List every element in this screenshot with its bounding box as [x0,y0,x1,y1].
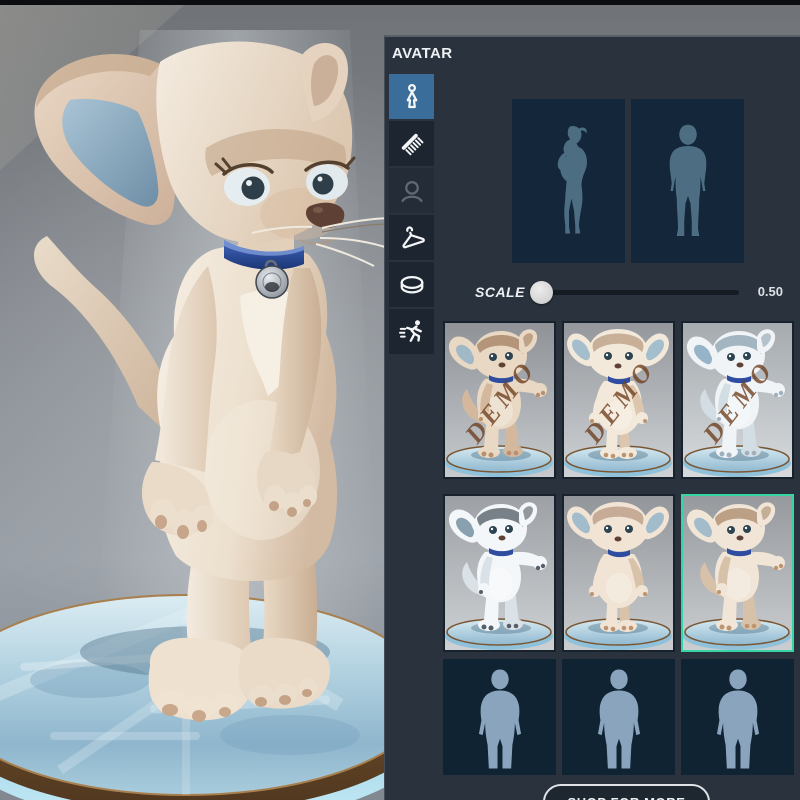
female-figure-icon [397,82,427,112]
tool-face-button[interactable] [389,168,434,213]
male-base-tile[interactable] [631,99,744,263]
comb-icon [397,129,427,159]
catalog-row-2 [443,494,794,652]
panel-title: AVATAR [392,45,452,62]
window-top-strip [0,0,800,5]
scale-value: 0.50 [739,284,783,299]
body-placeholder-silhouette [462,667,538,771]
catalog-row-3 [443,659,794,775]
avatar-thumbnail-2[interactable]: DEMO [562,321,675,479]
face-icon [397,176,427,206]
male-silhouette [653,117,723,245]
avatar-editor-window: AVATAR [0,0,800,800]
tool-column [389,74,434,354]
scale-slider-knob[interactable] [530,281,553,304]
tool-collar-button[interactable] [389,262,434,307]
hanger-icon [397,223,427,253]
shop-for-more-button[interactable]: SHOP FOR MORE [543,784,710,800]
body-placeholder-silhouette [700,667,776,771]
avatar-thumbnail-5[interactable] [562,494,675,652]
body-placeholder-silhouette [581,667,657,771]
female-silhouette [534,121,604,241]
runner-icon [397,317,427,347]
avatar-thumbnail-4[interactable] [443,494,556,652]
tool-body-button[interactable] [389,74,434,119]
scale-label: SCALE [475,284,525,300]
catalog-row-1: DEMO DEMO DEMO [443,321,794,479]
empty-slot-3[interactable] [681,659,794,775]
scale-slider-track[interactable] [541,290,739,295]
avatar-thumbnail-6-selected[interactable] [681,494,794,652]
avatar-thumbnail-1[interactable]: DEMO [443,321,556,479]
avatar-panel: AVATAR [384,35,800,800]
collar-icon [397,270,427,300]
tool-clothing-button[interactable] [389,215,434,260]
shop-button-label: SHOP FOR MORE [567,795,685,800]
empty-slot-2[interactable] [562,659,675,775]
tool-animation-button[interactable] [389,309,434,354]
tool-hair-button[interactable] [389,121,434,166]
empty-slot-1[interactable] [443,659,556,775]
avatar-thumbnail-3[interactable]: DEMO [681,321,794,479]
base-avatar-previews [512,99,744,263]
female-base-tile[interactable] [512,99,625,263]
